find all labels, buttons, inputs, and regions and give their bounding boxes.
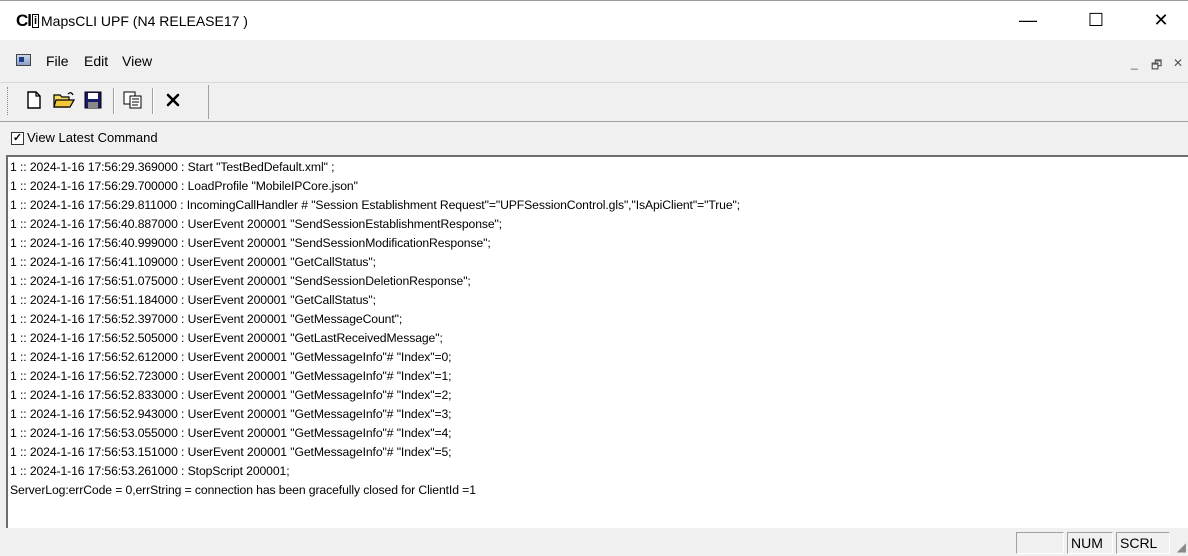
view-latest-command-checkbox[interactable]: ✓ xyxy=(11,132,24,145)
copy-button[interactable] xyxy=(120,87,146,113)
log-line: 1 :: 2024-1-16 17:56:51.075000 : UserEve… xyxy=(10,274,471,288)
document-window-icon[interactable] xyxy=(16,54,31,66)
menu-file[interactable]: File xyxy=(46,53,69,69)
log-line: 1 :: 2024-1-16 17:56:52.723000 : UserEve… xyxy=(10,369,452,383)
save-disk-icon xyxy=(84,91,102,109)
options-row: ✓ View Latest Command xyxy=(0,122,1188,154)
toolbar-separator xyxy=(113,88,115,114)
open-folder-icon xyxy=(53,92,75,108)
status-cell-scrl: SCRL xyxy=(1116,532,1170,554)
new-file-icon xyxy=(27,91,41,109)
app-icon: Cl i xyxy=(16,11,40,30)
close-icon: ✕ xyxy=(1153,10,1169,30)
toolbar-end xyxy=(208,85,209,119)
log-line: 1 :: 2024-1-16 17:56:53.055000 : UserEve… xyxy=(10,426,452,440)
mdi-close-button[interactable]: ✕ xyxy=(1173,56,1183,70)
toolbar-grip[interactable] xyxy=(7,87,11,115)
log-line: 1 :: 2024-1-16 17:56:52.505000 : UserEve… xyxy=(10,331,443,345)
window-title: MapsCLI UPF (N4 RELEASE17 ) xyxy=(41,13,248,29)
log-line: 1 :: 2024-1-16 17:56:40.999000 : UserEve… xyxy=(10,236,491,250)
resize-grip-icon[interactable]: ◢ xyxy=(1177,540,1186,554)
menu-bar: File Edit View _ 🗗 ✕ xyxy=(0,40,1188,83)
toolbar-separator xyxy=(152,88,154,114)
log-line: 1 :: 2024-1-16 17:56:41.109000 : UserEve… xyxy=(10,255,376,269)
log-line: 1 :: 2024-1-16 17:56:52.833000 : UserEve… xyxy=(10,388,452,402)
status-bar: NUM SCRL ◢ xyxy=(0,528,1188,556)
log-line: 1 :: 2024-1-16 17:56:29.700000 : LoadPro… xyxy=(10,179,358,193)
log-line: ServerLog:errCode = 0,errString = connec… xyxy=(10,483,476,497)
menu-view[interactable]: View xyxy=(122,53,152,69)
new-button[interactable] xyxy=(21,87,47,113)
minimize-icon: — xyxy=(1019,10,1037,30)
mdi-restore-button[interactable]: 🗗 xyxy=(1151,56,1162,77)
log-line: 1 :: 2024-1-16 17:56:53.261000 : StopScr… xyxy=(10,464,290,478)
log-line: 1 :: 2024-1-16 17:56:29.369000 : Start "… xyxy=(10,160,335,174)
save-button[interactable] xyxy=(80,87,106,113)
status-cell-num: NUM xyxy=(1067,532,1113,554)
maximize-icon: ☐ xyxy=(1087,10,1105,30)
log-line: 1 :: 2024-1-16 17:56:52.397000 : UserEve… xyxy=(10,312,403,326)
toolbar xyxy=(0,83,1188,122)
log-output-pane[interactable]: 1 :: 2024-1-16 17:56:29.369000 : Start "… xyxy=(6,155,1188,528)
open-button[interactable] xyxy=(51,87,77,113)
minimize-button[interactable]: — xyxy=(1005,1,1051,40)
log-line: 1 :: 2024-1-16 17:56:29.811000 : Incomin… xyxy=(10,198,741,212)
maximize-button[interactable]: ☐ xyxy=(1073,1,1119,40)
close-button[interactable]: ✕ xyxy=(1138,1,1184,40)
log-line: 1 :: 2024-1-16 17:56:52.943000 : UserEve… xyxy=(10,407,452,421)
mdi-minimize-button[interactable]: _ xyxy=(1131,56,1138,70)
delete-button[interactable] xyxy=(160,87,186,113)
checkmark-icon: ✓ xyxy=(12,132,23,144)
copy-icon xyxy=(123,91,142,109)
log-line: 1 :: 2024-1-16 17:56:51.184000 : UserEve… xyxy=(10,293,376,307)
log-line: 1 :: 2024-1-16 17:56:53.151000 : UserEve… xyxy=(10,445,452,459)
log-line: 1 :: 2024-1-16 17:56:52.612000 : UserEve… xyxy=(10,350,452,364)
delete-x-icon xyxy=(166,93,180,107)
menu-edit[interactable]: Edit xyxy=(84,53,108,69)
title-bar: Cl i MapsCLI UPF (N4 RELEASE17 ) — ☐ ✕ xyxy=(0,0,1188,40)
log-line: 1 :: 2024-1-16 17:56:40.887000 : UserEve… xyxy=(10,217,503,231)
view-latest-command-label[interactable]: View Latest Command xyxy=(27,130,158,145)
status-cell-blank xyxy=(1016,532,1064,554)
